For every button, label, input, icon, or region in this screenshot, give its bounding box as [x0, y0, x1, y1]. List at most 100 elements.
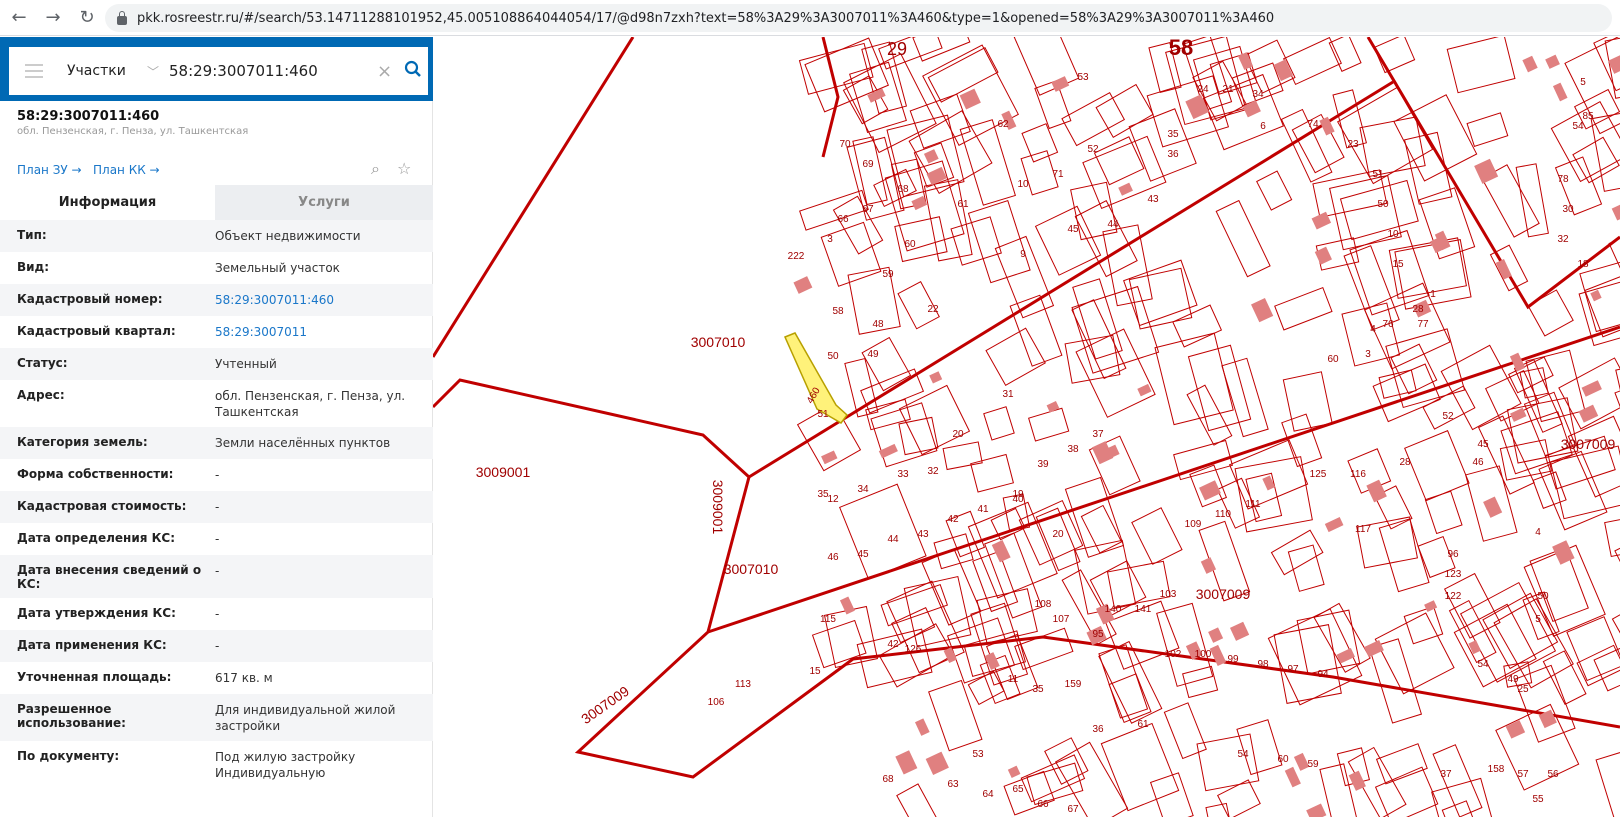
parcel-label: 66 — [837, 214, 849, 225]
tab-services[interactable]: Услуги — [215, 185, 433, 220]
parcel-label: 125 — [1310, 469, 1327, 480]
parcel-boundary — [1205, 802, 1237, 817]
search-input[interactable] — [169, 62, 369, 80]
search-icon[interactable] — [404, 60, 422, 82]
info-value: Для индивидуальной жилой застройки — [215, 703, 396, 733]
building — [991, 539, 1011, 563]
parcel-boundary — [1363, 282, 1451, 370]
building — [1262, 475, 1276, 491]
info-label: Вид: — [17, 260, 50, 274]
parcel-label: 39 — [1037, 459, 1049, 470]
building — [1474, 158, 1499, 184]
parcel-label: 98 — [1257, 659, 1269, 670]
menu-icon[interactable] — [25, 64, 43, 78]
parcel-boundary — [1499, 439, 1553, 481]
parcel-boundary — [1374, 766, 1439, 817]
star-icon[interactable]: ☆ — [397, 159, 411, 178]
parcel-label: 78 — [1557, 174, 1569, 185]
cadastral-map[interactable]: 3009001 3009001 3007010 3007010 3007009 30070… — [433, 37, 1620, 817]
parcel-label: 122 — [1445, 591, 1462, 602]
parcel-boundary — [970, 453, 1014, 493]
object-number: 58:29:3007011:460 — [17, 109, 160, 124]
parcel-boundary — [1422, 385, 1476, 430]
url-text: pkk.rosreestr.ru/#/search/53.14711288101… — [137, 10, 1275, 26]
parcel-boundary — [1393, 94, 1478, 182]
parcel-label: 15 — [1392, 259, 1404, 270]
parcel-label: 34 — [1252, 89, 1264, 100]
building — [1590, 289, 1602, 302]
parcel-boundary — [1549, 445, 1620, 520]
reload-button[interactable]: ↻ — [72, 7, 102, 28]
parcel-boundary — [1044, 737, 1089, 785]
parcel-boundary — [1578, 278, 1620, 347]
browser-toolbar: ← → ↻ pkk.rosreestr.ru/#/search/53.14711… — [0, 0, 1620, 36]
info-link[interactable]: 58:29:3007011 — [215, 324, 433, 341]
search-type-select[interactable]: Участки — [67, 63, 147, 79]
clear-icon[interactable]: × — [377, 61, 392, 82]
building — [1137, 383, 1152, 397]
back-button[interactable]: ← — [4, 7, 34, 28]
info-row: Вид: Земельный участок — [0, 252, 433, 284]
parcel-label: 46 — [1472, 457, 1484, 468]
parcel-label: 38 — [1067, 444, 1079, 455]
quarter-label: 3007009 — [1561, 436, 1616, 452]
parcel-label: 100 — [1195, 649, 1212, 660]
parcel-boundary — [1146, 75, 1230, 148]
parcel-label: 53 — [972, 749, 984, 760]
info-row: Статус: Учтенный — [0, 348, 433, 380]
info-row: Дата применения КС: - — [0, 630, 433, 662]
quarter-boundary — [433, 37, 635, 358]
parcel-boundary — [1593, 632, 1620, 692]
plan-zu-link[interactable]: План ЗУ → — [17, 163, 82, 177]
parcel-boundary — [1385, 328, 1466, 409]
parcel-boundary — [870, 402, 938, 468]
info-value: Под жилую застройку Индивидуальную — [215, 750, 356, 780]
quarter-label: 3007010 — [691, 334, 746, 350]
parcel-label: 158 — [1488, 764, 1505, 775]
info-row: Дата внесения сведений о КС: - — [0, 555, 433, 598]
info-row: Кадастровый номер: 58:29:3007011:460 — [0, 284, 433, 316]
parcel-label: 35 — [817, 489, 829, 500]
parcel-boundary — [1013, 37, 1080, 96]
building — [984, 652, 1000, 670]
info-link[interactable]: 58:29:3007011:460 — [215, 292, 433, 309]
parcel-label: 95 — [1092, 629, 1104, 640]
chevron-down-icon[interactable]: ﹀ — [147, 63, 169, 80]
parcel-label: 12 — [827, 494, 839, 505]
parcel-label: 97 — [1287, 664, 1299, 675]
parcel-boundary — [1131, 507, 1183, 565]
building — [793, 276, 813, 294]
parcel-label: 58 — [832, 306, 844, 317]
info-row: Дата определения КС: - — [0, 523, 433, 555]
parcel-boundary — [1034, 80, 1072, 130]
parcel-boundary — [1054, 741, 1129, 817]
parcel-label: 50 — [1537, 591, 1549, 602]
parcel-label: 35 — [1167, 129, 1179, 140]
building — [1611, 203, 1620, 221]
building — [1306, 803, 1327, 817]
plan-kk-link[interactable]: План КК → — [93, 163, 160, 177]
parcel-boundary — [865, 398, 911, 431]
building — [959, 88, 981, 110]
parcel-label: 115 — [820, 614, 836, 625]
parcel-boundary — [1403, 606, 1444, 645]
parcel-label: 48 — [872, 319, 884, 330]
parcel-boundary — [1431, 777, 1495, 817]
parcel-boundary — [1021, 123, 1059, 163]
quarter-boundary — [821, 37, 840, 158]
parcel-label: 116 — [1350, 469, 1366, 480]
tab-info[interactable]: Информация — [0, 185, 215, 220]
parcel-label: 42 — [887, 639, 899, 650]
parcel-label: 70 — [839, 139, 851, 150]
zoom-to-object-icon[interactable]: ⌕ — [371, 159, 380, 179]
address-bar[interactable]: pkk.rosreestr.ru/#/search/53.14711288101… — [105, 4, 1612, 32]
forward-button[interactable]: → — [38, 7, 68, 28]
parcel-boundary — [1149, 772, 1194, 817]
parcel-label: 68 — [882, 774, 894, 785]
info-label: Кадастровая стоимость: — [17, 499, 187, 513]
parcel-boundary — [1274, 286, 1333, 331]
parcel-boundary — [1527, 289, 1574, 337]
parcel-boundary — [1273, 624, 1342, 704]
info-row: Тип: Объект недвижимости — [0, 220, 433, 252]
building — [1552, 540, 1575, 565]
